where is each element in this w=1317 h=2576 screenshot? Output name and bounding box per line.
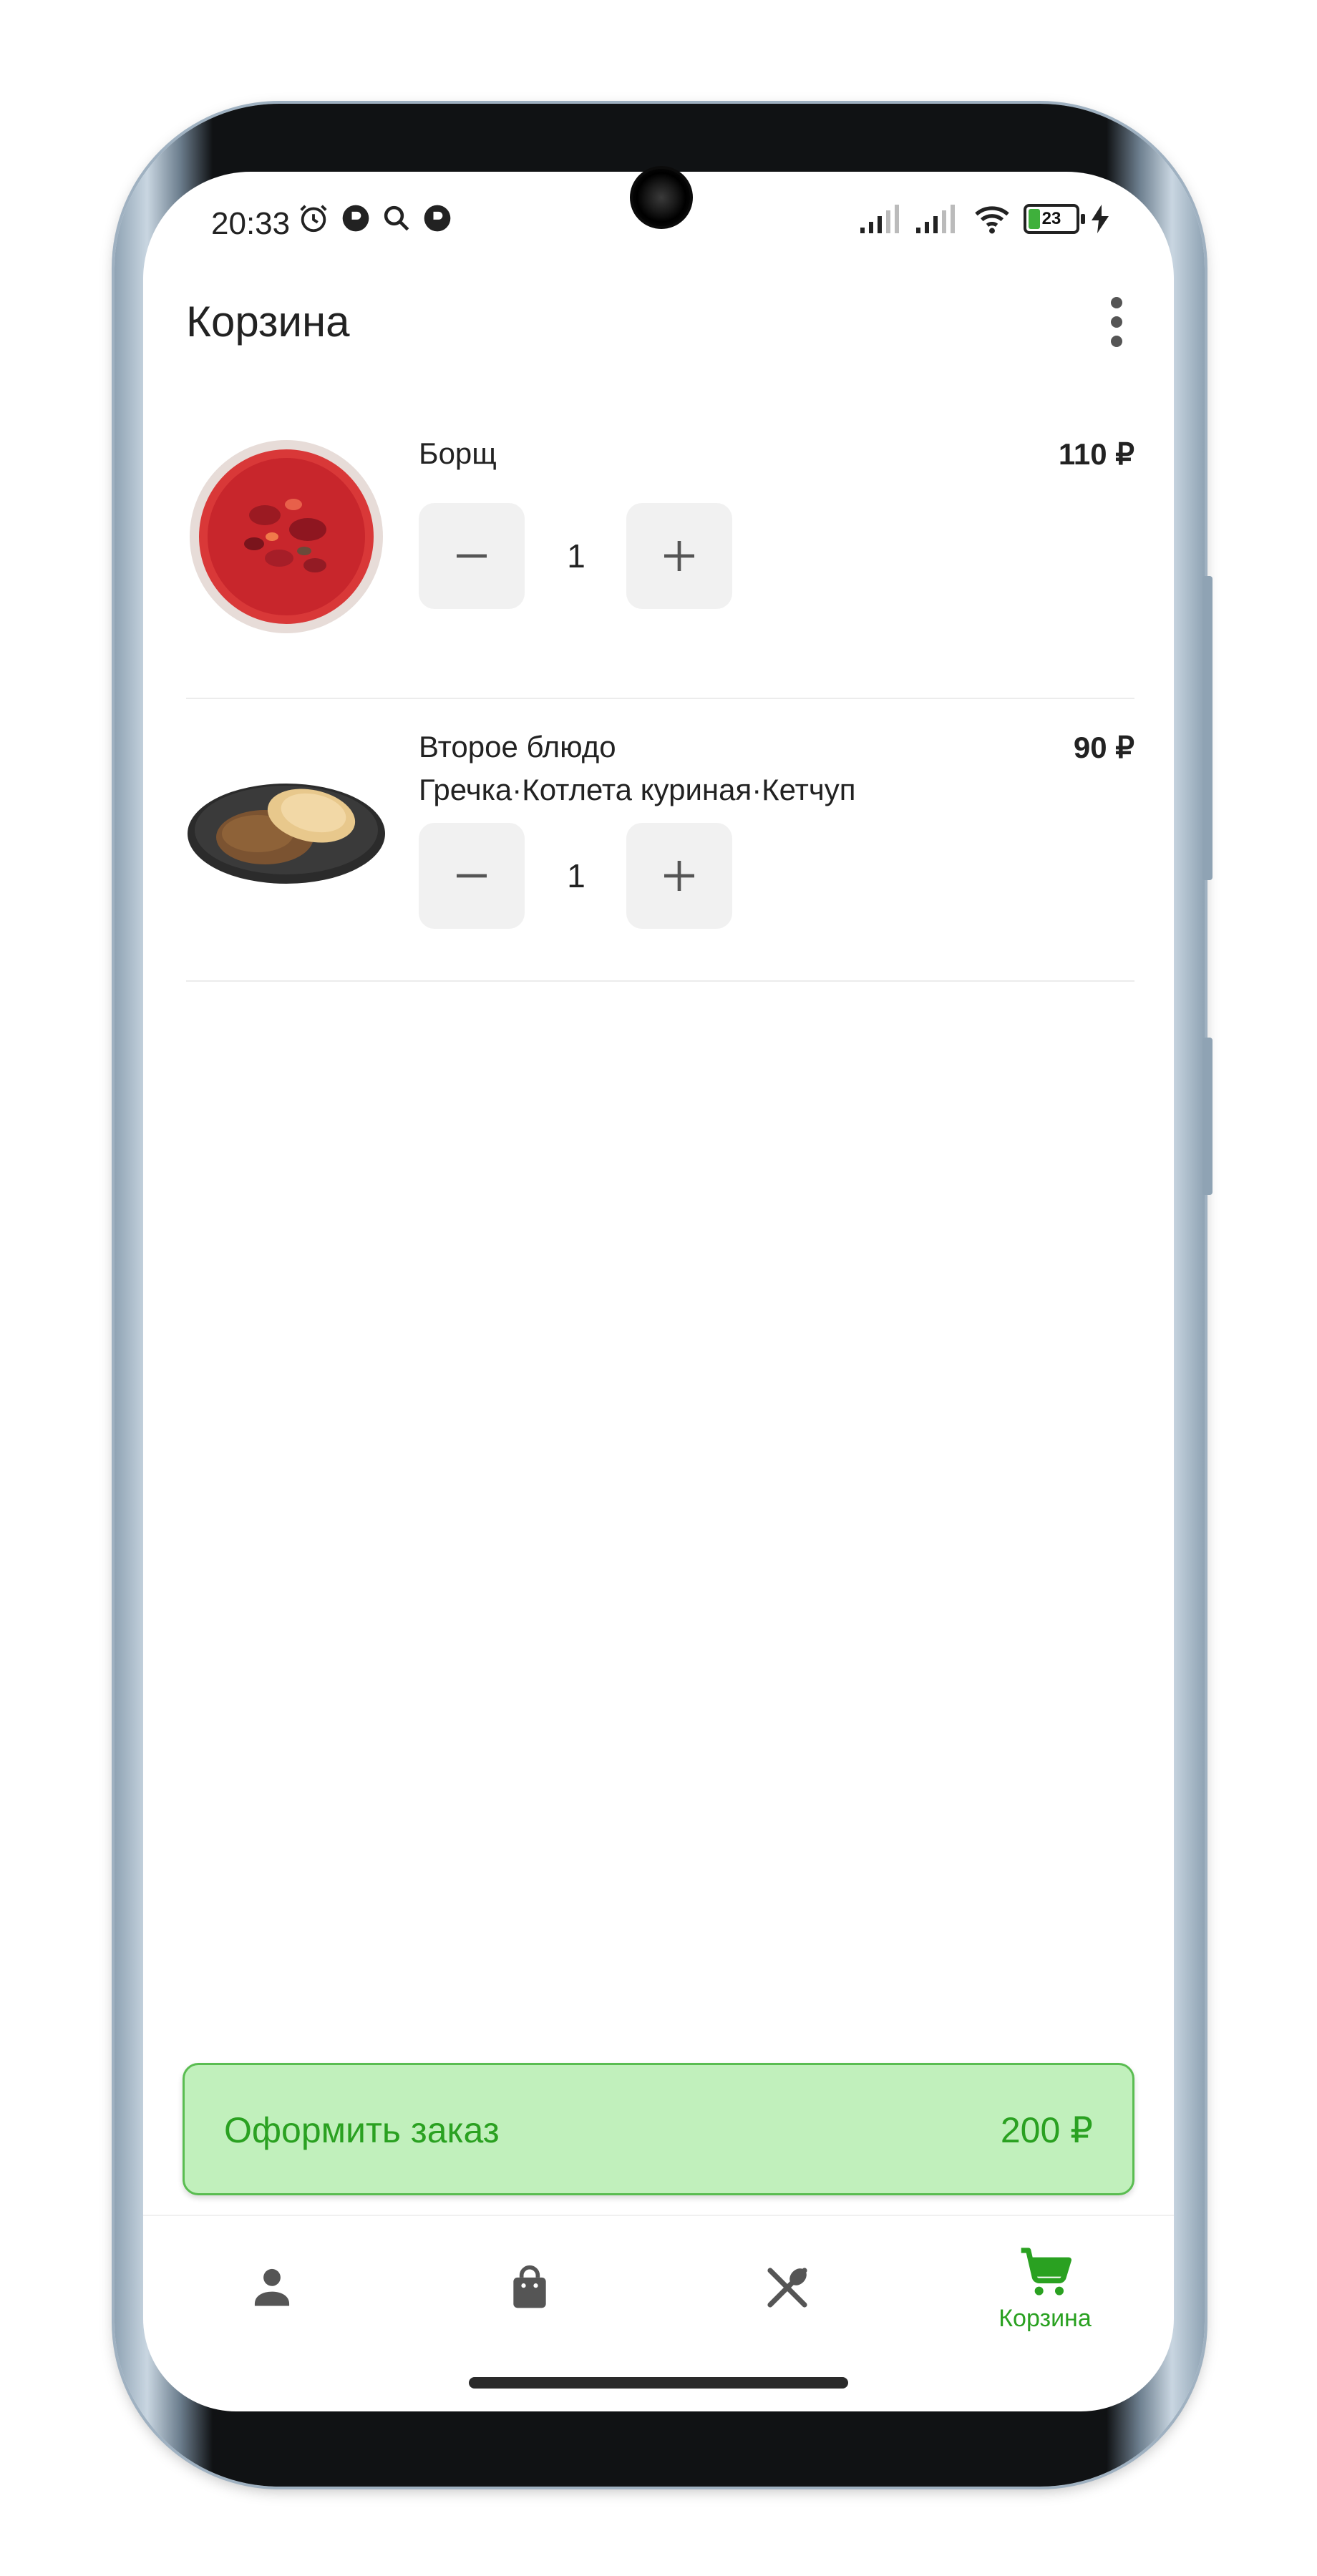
decrease-quantity-button[interactable] — [419, 823, 525, 929]
more-vert-icon[interactable] — [1106, 297, 1127, 347]
person-icon — [254, 2268, 290, 2306]
fork-spoon-icon — [767, 2268, 807, 2308]
nav-item-cart[interactable]: Корзина — [916, 2216, 1174, 2359]
alarm-icon — [300, 205, 327, 233]
decrease-quantity-button[interactable] — [419, 503, 525, 609]
nav-item-menu[interactable] — [658, 2216, 916, 2359]
wifi-icon — [975, 206, 1009, 234]
increase-quantity-button[interactable] — [626, 823, 732, 929]
front-camera — [630, 166, 693, 229]
battery-level: 23 — [1041, 209, 1061, 228]
cart-item: Второе блюдо Гречка·Котлета куриная·Кетч… — [186, 730, 1134, 982]
status-icons-left — [297, 202, 453, 235]
battery-icon: 23 — [1024, 204, 1085, 234]
plus-icon — [664, 541, 694, 571]
charging-icon — [1092, 205, 1109, 233]
screen: 20:33 23 Корзина Борщ 110 ₽ 1 Второе блю… — [143, 172, 1174, 2411]
bottom-nav: Корзина — [143, 2215, 1174, 2381]
shopping-bag-icon — [513, 2265, 546, 2308]
quantity-value: 1 — [567, 857, 585, 894]
cart-icon — [1021, 2247, 1071, 2296]
item-name: Второе блюдо — [419, 730, 616, 763]
quantity-value: 1 — [567, 537, 585, 575]
power-button — [1202, 1038, 1212, 1195]
plus-icon — [664, 861, 694, 891]
page-title: Корзина — [186, 298, 350, 346]
battery-fill — [1029, 209, 1041, 229]
nav-item-orders[interactable] — [401, 2216, 658, 2359]
borscht-bowl-image — [190, 440, 383, 633]
item-price: 90 ₽ — [1073, 731, 1134, 764]
status-icons-right: 23 — [860, 203, 1109, 235]
checkout-button[interactable]: Оформить заказ 200 ₽ — [183, 2063, 1134, 2195]
checkout-label: Оформить заказ — [224, 2110, 500, 2150]
buckwheat-cutlet-plate-image — [188, 784, 385, 884]
item-options: Гречка·Котлета куриная·Кетчуп — [419, 773, 856, 806]
app-notification-icon — [424, 205, 451, 232]
nav-label-cart: Корзина — [998, 2304, 1092, 2332]
item-price: 110 ₽ — [1058, 437, 1134, 471]
app-notification-icon — [342, 205, 369, 232]
volume-button — [1202, 576, 1212, 880]
increase-quantity-button[interactable] — [626, 503, 732, 609]
nav-item-profile[interactable] — [143, 2216, 401, 2359]
status-time: 20:33 — [211, 206, 291, 241]
minus-icon — [457, 554, 487, 558]
search-icon — [384, 205, 409, 231]
minus-icon — [457, 874, 487, 878]
signal-icon — [860, 205, 899, 233]
cart-item: Борщ 110 ₽ 1 — [186, 422, 1134, 699]
home-indicator[interactable] — [469, 2377, 848, 2389]
item-name: Борщ — [419, 436, 497, 470]
checkout-total: 200 ₽ — [1000, 2110, 1093, 2150]
signal-icon — [916, 205, 955, 233]
